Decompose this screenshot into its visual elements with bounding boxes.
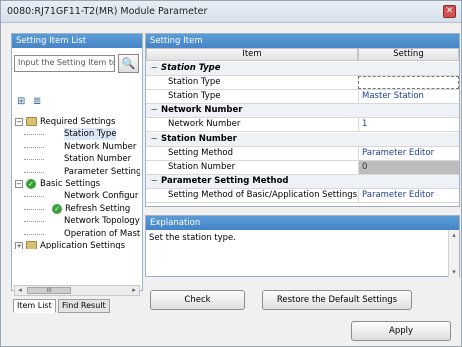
tree-connector [24,196,44,198]
expand-all-icon[interactable]: ⊞ [17,96,29,108]
tree-item-label: Refresh Setting [65,203,131,214]
parameter-row[interactable]: Station Type Master Station [146,90,459,105]
group-label: Parameter Setting Method [158,175,289,186]
tree-item-label: Station Type [64,128,117,141]
explanation-header: Explanation [146,216,459,230]
group-name: − Network Number [146,104,242,117]
item-label: Station Type [168,91,221,102]
tree-connector [24,134,44,136]
scroll-up-icon[interactable]: ▴ [449,230,459,240]
check-icon: ✓ [26,179,36,189]
setting-value[interactable] [358,76,459,90]
explanation-text: Set the station type. [149,233,236,243]
scroll-left-icon[interactable]: ◂ [15,286,25,295]
close-icon[interactable]: ✕ [443,5,456,18]
tree-item-label: Station Number [64,154,132,165]
restore-defaults-button[interactable]: Restore the Default Settings [262,290,412,310]
group-label: Station Type [158,63,221,73]
expand-icon[interactable]: + [15,242,23,249]
group-row: − Station Type [146,62,459,76]
collapse-icon[interactable]: − [150,62,158,75]
setting-value[interactable]: Parameter Editor [358,188,459,202]
tree-connector [24,233,44,235]
tree-connector [24,208,44,210]
item-label: Setting Method [168,147,234,158]
tab-item-list[interactable]: Item List [13,299,56,313]
tree-horizontal-scrollbar[interactable]: ◂ III ▸ [14,285,140,296]
setting-value[interactable]: Parameter Editor [358,146,459,160]
group-name: − Station Number [146,133,237,146]
tab-find-result[interactable]: Find Result [58,299,110,313]
setting-item-list-header: Setting Item List [12,34,142,48]
check-icon: ✓ [52,203,62,214]
tree-item-label: Network Configur [64,191,139,202]
tree-item-label: Parameter Setting [64,166,140,177]
explanation-panel: Explanation Set the station type. ▴ ▾ [145,215,460,277]
tree-item-label: Operation of Mast [64,228,140,239]
scroll-down-icon[interactable]: ▾ [449,267,459,277]
setting-item-panel: Setting Item Item Setting − Station Type… [145,33,460,207]
group-label: Station Number [158,133,237,144]
column-header-item: Item [146,48,358,61]
window-title: 0080:RJ71GF11-T2(MR) Module Parameter [7,6,208,17]
search-button[interactable]: 🔍 [118,54,139,73]
binoculars-icon: 🔍 [121,57,136,70]
scroll-thumb[interactable]: III [27,287,71,294]
setting-item-search-input[interactable]: Input the Setting Item to [14,55,115,72]
tree-item-label: Required Settings [40,117,116,127]
setting-item-list-panel: Setting Item List Input the Setting Item… [11,33,143,296]
item-label: Setting Method of Basic/Application Sett… [168,189,358,200]
tree-connector [24,159,44,161]
setting-value[interactable]: 0 [358,160,459,174]
collapse-icon[interactable]: − [150,104,158,117]
column-header-setting: Setting [358,48,459,61]
parameter-row[interactable]: Setting Method of Basic/Application Sett… [146,188,459,203]
tree-connector [24,171,44,173]
group-name: − Parameter Setting Method [146,175,289,188]
item-label: Network Number [168,119,241,130]
folder-icon [26,117,37,126]
apply-button[interactable]: Apply [351,321,451,341]
collapse-icon[interactable]: − [15,118,23,126]
group-row: − Station Number [146,132,459,147]
item-label: Station Type [168,77,221,88]
setting-tree: − Required Settings Station Type Network Nu… [12,114,140,249]
parameter-row[interactable]: Setting Method Parameter Editor [146,146,459,161]
tree-item-label: Application Settings [40,241,126,249]
setting-item-header: Setting Item [146,34,459,48]
parameter-row[interactable]: Station Type [146,76,459,91]
group-label: Network Number [158,105,243,116]
folder-icon [26,241,37,249]
tree-connector [24,221,44,223]
setting-value[interactable]: Master Station [358,90,459,104]
tree-item-label: Basic Settings [40,179,101,189]
tree-item-label: Network Topology [64,216,140,227]
scroll-right-icon[interactable]: ▸ [129,286,139,295]
collapse-all-icon[interactable]: ≣ [33,96,45,108]
group-row: − Network Number [146,104,459,119]
group-name: − Station Type [146,62,221,75]
collapse-icon[interactable]: − [150,133,158,146]
tree-item-label: Network Number [64,141,137,152]
collapse-icon[interactable]: − [15,180,23,188]
collapse-icon[interactable]: − [150,175,158,188]
parameter-row[interactable]: Station Number 0 [146,160,459,175]
setting-value[interactable]: 1 [358,118,459,132]
title-bar: 0080:RJ71GF11-T2(MR) Module Parameter ✕ [1,1,461,23]
explanation-scrollbar[interactable]: ▴ ▾ [448,230,459,277]
item-label: Station Number [168,161,236,172]
tree-connector [24,146,44,148]
parameter-row[interactable]: Network Number 1 [146,118,459,133]
check-button[interactable]: Check [150,290,245,310]
module-parameter-window: 0080:RJ71GF11-T2(MR) Module Parameter ✕ … [0,0,462,347]
group-row: − Parameter Setting Method [146,174,459,189]
